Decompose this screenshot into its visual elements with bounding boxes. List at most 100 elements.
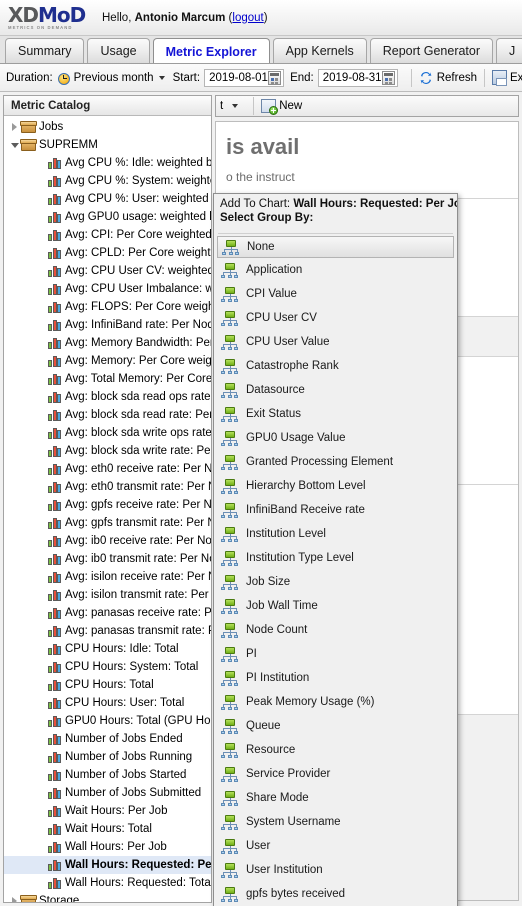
tree-node-metric[interactable]: Avg: FLOPS: Per Core weighted — [4, 298, 211, 316]
tree-node-metric[interactable]: Avg: gpfs receive rate: Per Node — [4, 496, 211, 514]
refresh-button[interactable]: Refresh — [419, 71, 477, 85]
group-by-option[interactable]: Service Provider — [214, 762, 457, 786]
duration-preset-dropdown[interactable]: Previous month — [57, 71, 165, 85]
tree-node-metric[interactable]: Avg: CPU User Imbalance: weigh — [4, 280, 211, 298]
tree-node-metric[interactable]: Avg: ib0 receive rate: Per Node v — [4, 532, 211, 550]
tree-node-metric[interactable]: Avg: Memory Bandwidth: Per Co — [4, 334, 211, 352]
tree-node-metric[interactable]: Avg GPU0 usage: weighted by n — [4, 208, 211, 226]
group-by-option[interactable]: Job Wall Time — [214, 594, 457, 618]
tree-node-metric[interactable]: CPU Hours: User: Total — [4, 694, 211, 712]
tree-node-metric[interactable]: Avg: isilon receive rate: Per Node — [4, 568, 211, 586]
tree-node-metric[interactable]: Avg: block sda read rate: Per No — [4, 406, 211, 424]
tree-node-package[interactable]: Storage — [4, 892, 211, 902]
tree-node-package[interactable]: Jobs — [4, 118, 211, 136]
group-by-option[interactable]: Share Mode — [214, 786, 457, 810]
group-by-option[interactable]: GPU0 Usage Value — [214, 426, 457, 450]
tree-node-metric[interactable]: Avg: eth0 receive rate: Per Node — [4, 460, 211, 478]
group-by-option-label: User Institution — [246, 864, 323, 876]
group-by-option[interactable]: Exit Status — [214, 402, 457, 426]
tree-node-metric[interactable]: Avg CPU %: System: weighted b — [4, 172, 211, 190]
tree-node-metric[interactable]: Number of Jobs Submitted — [4, 784, 211, 802]
tree-node-metric[interactable]: Wait Hours: Per Job — [4, 802, 211, 820]
tree-node-metric[interactable]: Number of Jobs Ended — [4, 730, 211, 748]
group-by-option[interactable]: Institution Level — [214, 522, 457, 546]
tree-node-metric[interactable]: Wait Hours: Total — [4, 820, 211, 838]
group-by-option[interactable]: System Username — [214, 810, 457, 834]
logout-link[interactable]: logout — [232, 12, 263, 24]
tab-metric-explorer[interactable]: Metric Explorer — [152, 38, 270, 63]
tree-node-metric[interactable]: Avg CPU %: User: weighted by c — [4, 190, 211, 208]
tree-node-metric[interactable]: Avg: CPI: Per Core weighted by — [4, 226, 211, 244]
start-date-value: 2019-08-01 — [209, 71, 268, 84]
end-date-input[interactable]: 2019-08-31 — [317, 68, 398, 87]
group-by-option[interactable]: Institution Type Level — [214, 546, 457, 570]
tree-node-metric[interactable]: Avg: block sda read ops rate: Pe — [4, 388, 211, 406]
tab-label: J — [509, 44, 516, 58]
tree-node-metric[interactable]: Wall Hours: Requested: Total — [4, 874, 211, 892]
tree-node-metric[interactable]: Avg: CPU User CV: weighted by — [4, 262, 211, 280]
tree-node-metric[interactable]: Avg: panasas receive rate: Per N — [4, 604, 211, 622]
tree-node-metric[interactable]: Avg: InfiniBand rate: Per Node w — [4, 316, 211, 334]
group-by-dimension-icon — [221, 646, 238, 662]
group-by-option[interactable]: Node Count — [214, 618, 457, 642]
group-by-option[interactable]: PI — [214, 642, 457, 666]
group-by-option[interactable]: gpfs bytes received — [214, 882, 457, 906]
tab-usage[interactable]: Usage — [87, 38, 150, 63]
group-by-option[interactable]: CPU User CV — [214, 306, 457, 330]
group-by-option[interactable]: Resource — [214, 738, 457, 762]
group-by-option[interactable]: Hierarchy Bottom Level — [214, 474, 457, 498]
chevron-right-icon — [12, 123, 17, 131]
group-by-option-label: CPI Value — [246, 288, 297, 300]
group-by-option[interactable]: PI Institution — [214, 666, 457, 690]
tree-node-metric[interactable]: Avg: eth0 transmit rate: Per Node — [4, 478, 211, 496]
group-by-option[interactable]: User Institution — [214, 858, 457, 882]
tree-node-metric[interactable]: Avg: isilon transmit rate: Per Nod — [4, 586, 211, 604]
tree-node-metric[interactable]: Number of Jobs Started — [4, 766, 211, 784]
tree-node-metric[interactable]: CPU Hours: Total — [4, 676, 211, 694]
tree-node-metric[interactable]: Avg: Memory: Per Core weighted — [4, 352, 211, 370]
logo-wordmark: XDMoD — [8, 5, 92, 25]
tab-job-viewer[interactable]: J — [496, 38, 522, 63]
tree-node-metric[interactable]: CPU Hours: Idle: Total — [4, 640, 211, 658]
tree-node-metric[interactable]: Avg: block sda write ops rate: Pe — [4, 424, 211, 442]
group-by-option[interactable]: Job Size — [214, 570, 457, 594]
tree-node-metric[interactable]: Wall Hours: Requested: Per Job — [4, 856, 211, 874]
tab-summary[interactable]: Summary — [5, 38, 85, 63]
tree-node-label: GPU0 Hours: Total (GPU Hour) — [65, 715, 211, 727]
group-by-option[interactable]: User — [214, 834, 457, 858]
group-by-option[interactable]: Catastrophe Rank — [214, 354, 457, 378]
tree-node-metric[interactable]: Avg: ib0 transmit rate: Per Node — [4, 550, 211, 568]
group-by-option[interactable]: Application — [214, 258, 457, 282]
tree-node-metric[interactable]: Avg: panasas transmit rate: Per N — [4, 622, 211, 640]
bar-chart-icon — [48, 319, 62, 332]
start-date-input[interactable]: 2019-08-01 — [204, 68, 285, 87]
tree-node-metric[interactable]: Avg: CPLD: Per Core weighted b — [4, 244, 211, 262]
tree-node-metric[interactable]: Avg: Total Memory: Per Core wei — [4, 370, 211, 388]
group-by-option[interactable]: None — [217, 236, 454, 258]
tab-report-generator[interactable]: Report Generator — [369, 38, 494, 63]
tab-app-kernels[interactable]: App Kernels — [272, 38, 367, 63]
group-by-option[interactable]: CPU User Value — [214, 330, 457, 354]
tree-node-metric[interactable]: Avg: block sda write rate: Per No — [4, 442, 211, 460]
group-by-option[interactable]: CPI Value — [214, 282, 457, 306]
toolbar-divider — [410, 68, 412, 87]
group-by-option[interactable]: Queue — [214, 714, 457, 738]
tree-node-metric[interactable]: Number of Jobs Running — [4, 748, 211, 766]
group-by-option[interactable]: Granted Processing Element — [214, 450, 457, 474]
group-by-option[interactable]: Datasource — [214, 378, 457, 402]
group-by-option[interactable]: Peak Memory Usage (%) — [214, 690, 457, 714]
tree-node-metric[interactable]: GPU0 Hours: Total (GPU Hour) — [4, 712, 211, 730]
export-button[interactable]: Ex — [492, 70, 522, 86]
tree-node-label: CPU Hours: User: Total — [65, 697, 185, 709]
tree-node-label: Avg CPU %: User: weighted by c — [65, 193, 211, 205]
chevron-down-icon[interactable] — [232, 104, 239, 108]
tree-node-package[interactable]: SUPREMM — [4, 136, 211, 154]
tree-node-metric[interactable]: Avg: gpfs transmit rate: Per Node — [4, 514, 211, 532]
tree-node-metric[interactable]: Avg CPU %: Idle: weighted by co — [4, 154, 211, 172]
tree-node-metric[interactable]: Wall Hours: Per Job — [4, 838, 211, 856]
calendar-icon[interactable] — [381, 70, 395, 85]
group-by-option[interactable]: InfiniBand Receive rate — [214, 498, 457, 522]
calendar-icon[interactable] — [267, 70, 282, 85]
tree-node-metric[interactable]: CPU Hours: System: Total — [4, 658, 211, 676]
bar-chart-icon — [48, 769, 62, 782]
